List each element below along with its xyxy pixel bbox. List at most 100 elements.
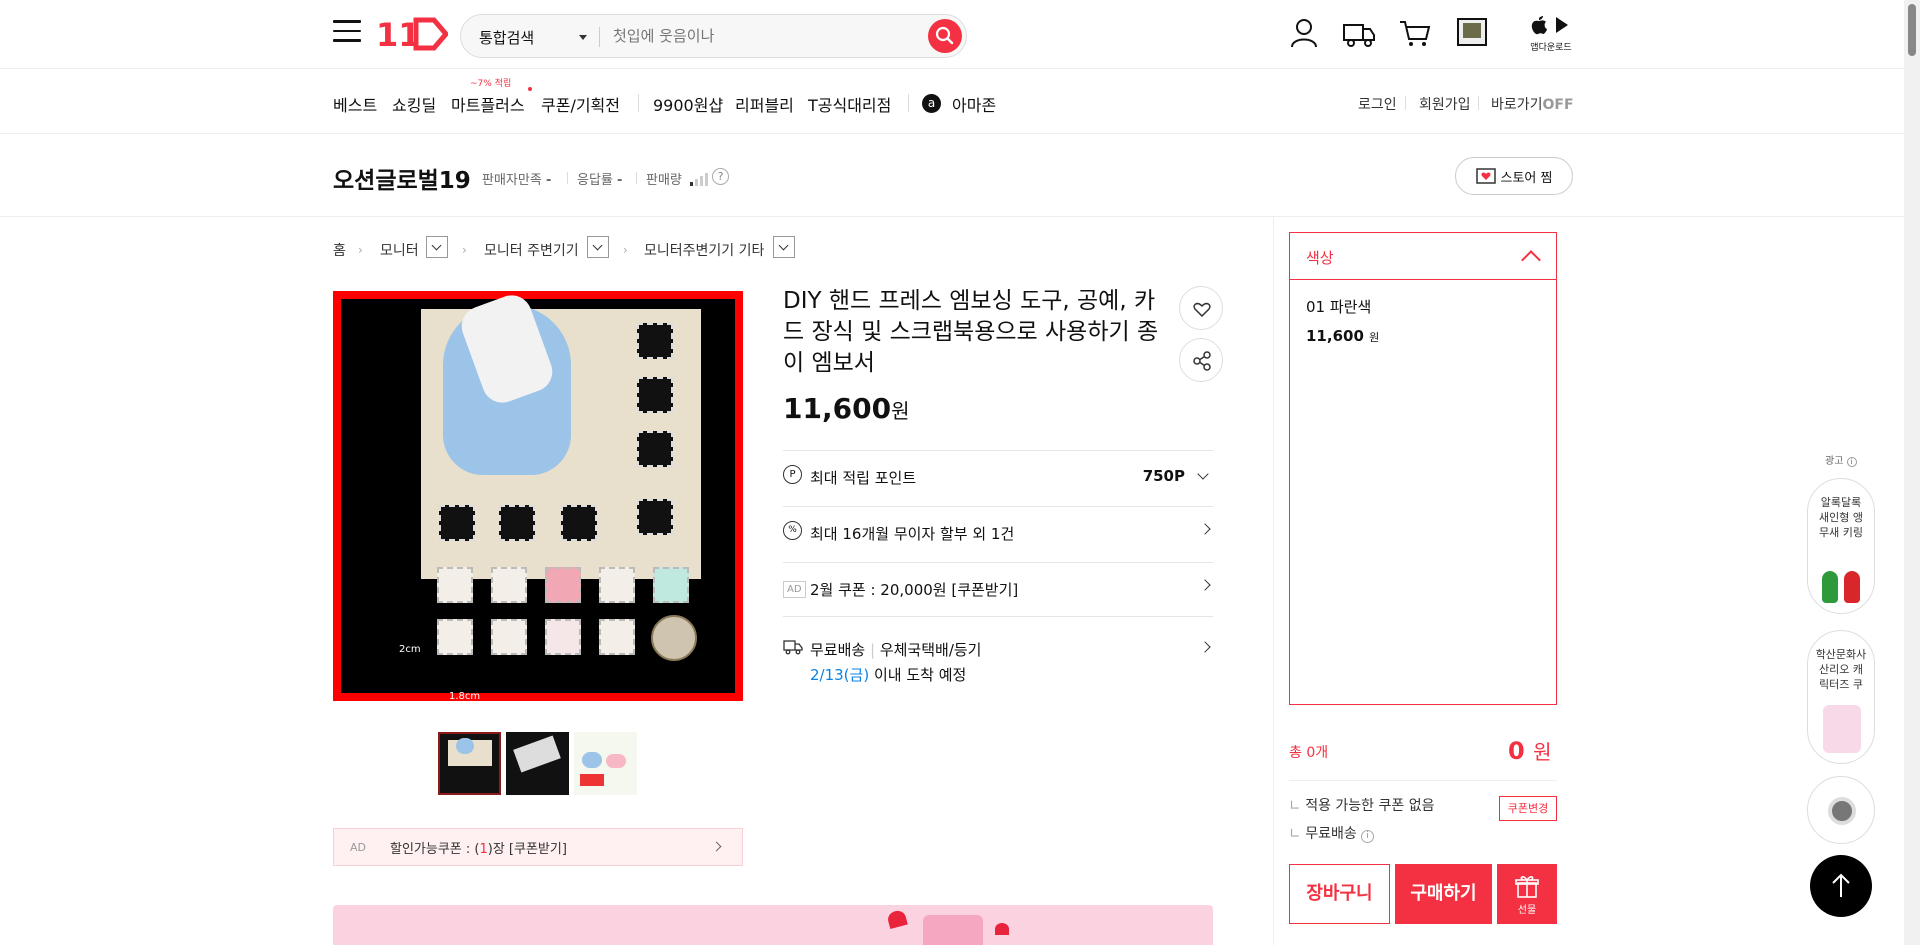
delivery-truck-icon	[783, 640, 803, 655]
share-icon	[1193, 351, 1211, 371]
chevron-right-icon	[711, 841, 722, 852]
sidebar-recent-item[interactable]	[1807, 776, 1875, 844]
coupon-row[interactable]: AD 2월 쿠폰 : 20,000원 [쿠폰받기]	[783, 562, 1213, 616]
nav-9900[interactable]: 9900원샵	[653, 92, 723, 116]
shipping-row[interactable]: 무료배송 | 우체국택배/등기 2/13(금) 이내 도착 예정	[783, 616, 1213, 694]
shortcut-state: OFF	[1542, 97, 1574, 113]
recent-view-icon[interactable]	[1455, 16, 1489, 50]
chevron-right-icon	[1199, 641, 1211, 653]
scroll-top-button[interactable]	[1810, 855, 1872, 917]
scrollbar-thumb[interactable]	[1908, 4, 1916, 56]
thumbnail-1[interactable]	[438, 732, 501, 795]
login-link[interactable]: 로그인	[1358, 94, 1397, 114]
chevron-down-icon[interactable]	[579, 35, 587, 40]
product-price: 11,600원	[783, 392, 909, 425]
store-like-button[interactable]: 스토어 찜	[1455, 157, 1573, 195]
point-icon: P	[783, 465, 802, 484]
nav-coupon[interactable]: 쿠폰/기획전	[541, 92, 620, 116]
nav-mart-plus[interactable]: 마트플러스	[451, 92, 525, 116]
join-link[interactable]: 회원가입	[1419, 94, 1471, 114]
search-button[interactable]	[928, 19, 962, 53]
my-page-icon[interactable]	[1287, 16, 1321, 50]
option-price-value: 11,600	[1306, 327, 1364, 345]
chevron-right-icon: ›	[462, 243, 467, 257]
sales-level-icon	[690, 171, 710, 190]
installment-row[interactable]: % 최대 16개월 무이자 할부 외 1건	[783, 506, 1213, 562]
parrot-icon	[1822, 571, 1838, 603]
divider	[567, 172, 568, 184]
info-icon[interactable]: i	[1361, 830, 1375, 843]
delivery-truck-icon[interactable]	[1342, 16, 1376, 50]
point-row[interactable]: P 최대 적립 포인트 750P	[783, 450, 1213, 506]
scrollbar[interactable]	[1904, 0, 1920, 945]
product-main-image[interactable]: 2cm 1.8cm	[333, 289, 743, 702]
total-value: 0	[1508, 737, 1525, 765]
add-to-cart-button[interactable]: 장바구니	[1289, 864, 1390, 924]
satisfaction-label: 판매자만족	[482, 173, 542, 188]
installment-text: 최대 16개월 무이자 할부 외 1건	[810, 525, 1015, 543]
breadcrumb-dropdown[interactable]	[773, 236, 795, 258]
chevron-down-icon	[1197, 468, 1209, 480]
shortcut-label: 바로가기	[1491, 97, 1543, 113]
seller-bar: 오션글로벌19 판매자만족 - 응답률 - 판매량 ? 스토어 찜	[0, 135, 1904, 217]
thumbnail-3[interactable]	[574, 732, 637, 795]
cart-icon[interactable]	[1398, 16, 1432, 50]
breadcrumb-monitor-etc[interactable]: 모니터주변기기 기타	[644, 240, 764, 260]
column-divider	[1273, 217, 1274, 945]
coupon-change-button[interactable]: 쿠폰변경	[1499, 796, 1557, 821]
sidebar-ad-2-text: 학산문화사 산리오 캐릭터즈 쿠	[1815, 648, 1867, 691]
gift-label: 선물	[1517, 905, 1537, 916]
nav-shocking-deal[interactable]: 쇼킹딜	[392, 92, 436, 116]
search-input[interactable]	[613, 23, 913, 49]
sidebar-ad-2[interactable]: 학산문화사 산리오 캐릭터즈 쿠	[1807, 630, 1875, 764]
app-download-link[interactable]: 앱다운로드	[1528, 14, 1574, 54]
top-header: 11 통합검색 앱다운로드	[0, 0, 1904, 69]
help-icon[interactable]: ?	[712, 168, 729, 185]
breadcrumb-home[interactable]: 홈	[333, 240, 346, 260]
search-category-select[interactable]: 통합검색	[479, 27, 534, 48]
shipping-method: 우체국택배/등기	[879, 641, 982, 659]
ad-badge: AD	[783, 581, 806, 598]
gift-button[interactable]: 선물	[1497, 864, 1557, 924]
menu-icon[interactable]	[333, 20, 361, 44]
gift-icon	[1515, 876, 1539, 898]
thumbnail-2[interactable]	[506, 732, 569, 795]
divider	[908, 94, 909, 112]
site-logo[interactable]: 11	[376, 16, 450, 54]
percent-icon: %	[783, 521, 802, 540]
seller-name[interactable]: 오션글로벌19	[333, 161, 471, 195]
sidebar-ad-1-text: 알록달록 새인형 앵무새 키링	[1819, 496, 1863, 539]
amazon-icon: a	[922, 94, 941, 113]
price-value: 11,600	[783, 392, 892, 425]
breadcrumb-monitor-accessory[interactable]: 모니터 주변기기	[484, 240, 579, 260]
option-item[interactable]: 01 파란색 11,600 원	[1290, 280, 1556, 345]
nav-amazon[interactable]: 아마존	[952, 92, 996, 116]
breadcrumb-monitor[interactable]: 모니터	[380, 240, 419, 260]
option-header[interactable]: 색상	[1290, 233, 1556, 280]
promo-banner[interactable]	[333, 905, 1213, 945]
breadcrumb-dropdown[interactable]	[426, 236, 448, 258]
chevron-up-icon	[1521, 250, 1541, 270]
breadcrumb-dropdown[interactable]	[587, 236, 609, 258]
price-unit: 원	[891, 399, 910, 423]
chevron-right-icon	[1199, 523, 1211, 535]
total-count: 총 0개	[1289, 745, 1329, 761]
product-title: DIY 핸드 프레스 엠보싱 도구, 공예, 카드 장식 및 스크랩북용으로 사…	[783, 288, 1159, 376]
buy-now-button[interactable]: 구매하기	[1395, 864, 1492, 924]
sidebar-ad-1[interactable]: 알록달록 새인형 앵무새 키링	[1807, 478, 1875, 614]
shortcut-toggle[interactable]: 바로가기OFF	[1491, 94, 1574, 114]
coupon-none-text: 적용 가능한 쿠폰 없음	[1305, 798, 1435, 814]
share-button[interactable]	[1179, 338, 1223, 382]
wishlist-button[interactable]	[1179, 286, 1223, 330]
ad-label: 광고 i	[1825, 452, 1857, 467]
shipping-line: 무료배송 | 우체국택배/등기	[810, 641, 982, 659]
free-ship-text: 무료배송	[1305, 826, 1357, 842]
sticker-icon	[1823, 705, 1861, 753]
point-value: 750P	[1142, 467, 1185, 485]
nav-best[interactable]: 베스트	[333, 92, 377, 116]
store-like-label: 스토어 찜	[1500, 170, 1553, 186]
nav-refurbly[interactable]: 리퍼블리	[735, 92, 794, 116]
discount-coupon-bar[interactable]: AD 할인가능쿠폰 : (1)장 [쿠폰받기]	[333, 828, 743, 866]
chevron-right-icon	[1199, 579, 1211, 591]
nav-t-agency[interactable]: T공식대리점	[808, 92, 891, 116]
